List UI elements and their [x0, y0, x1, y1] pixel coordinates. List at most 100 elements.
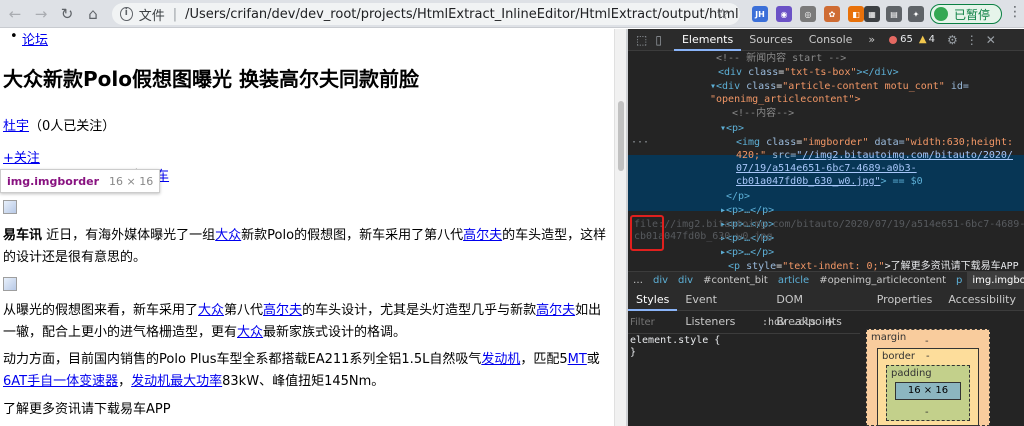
- extension-flower-icon[interactable]: ✿: [824, 6, 840, 22]
- forward-button[interactable]: →: [30, 3, 52, 25]
- author-link[interactable]: 杜宇: [3, 119, 29, 134]
- new-style-rule-button[interactable]: +: [824, 315, 835, 330]
- dom-node-p-collapsed[interactable]: ▸<p>…</p>: [720, 247, 774, 260]
- bookmark-star-icon[interactable]: ☆: [716, 5, 729, 23]
- tab-accessibility[interactable]: Accessibility: [940, 289, 1024, 311]
- tab-styles[interactable]: Styles: [628, 289, 678, 311]
- link-dazhong[interactable]: 大众: [198, 303, 224, 318]
- devtools-close-icon[interactable]: ✕: [986, 33, 996, 47]
- info-icon[interactable]: i: [120, 7, 133, 21]
- profile-status-label: 已暂停: [954, 7, 991, 22]
- breadcrumb-ellipsis[interactable]: …: [628, 275, 648, 286]
- box-model-border-value[interactable]: -: [926, 351, 930, 362]
- breadcrumb-article[interactable]: article: [773, 275, 814, 286]
- tab-more[interactable]: »: [860, 29, 883, 51]
- dom-node-txt-ts-box[interactable]: <div class="txt-ts-box"></div>: [718, 67, 899, 80]
- broken-image-icon: [3, 277, 17, 291]
- article-headline: 大众新款Polo假想图曝光 换装高尔夫同款前脸: [3, 67, 419, 91]
- tab-console[interactable]: Console: [801, 29, 861, 51]
- tab-dom-breakpoints[interactable]: DOM Breakpoints: [768, 289, 868, 328]
- tab-elements[interactable]: Elements: [673, 29, 742, 51]
- follow-line: +关注: [3, 149, 40, 169]
- box-model-margin-value[interactable]: -: [925, 336, 929, 347]
- link-gaoerfu[interactable]: 高尔夫: [263, 303, 302, 318]
- hov-toggle[interactable]: :hov: [762, 317, 786, 328]
- img-src-link[interactable]: "//img2.bitautoimg.com/bitauto/2020/: [796, 150, 1013, 161]
- breadcrumb-img[interactable]: img.imgborder: [967, 271, 1024, 290]
- link-gaoerfu[interactable]: 高尔夫: [536, 303, 575, 318]
- warning-icon: ▲: [918, 34, 927, 45]
- warning-count: 4: [928, 34, 935, 45]
- extensions-puzzle-icon[interactable]: ✦: [908, 6, 924, 22]
- extension-jh-icon[interactable]: JH: [752, 6, 768, 22]
- link-gaoerfu[interactable]: 高尔夫: [463, 228, 502, 243]
- extension-grid-icon[interactable]: ▤: [886, 6, 902, 22]
- link-mt[interactable]: MT: [568, 352, 587, 367]
- breadcrumb-openimg[interactable]: #openimg_articlecontent: [814, 275, 951, 286]
- settings-gear-icon[interactable]: ⚙: [947, 33, 958, 47]
- box-model-padding-label: padding: [891, 368, 932, 379]
- link-max-power[interactable]: 发动机最大功率: [131, 374, 222, 389]
- box-model-border-label: border: [882, 351, 916, 362]
- breadcrumb-content-bit[interactable]: #content_bit: [698, 275, 773, 286]
- breadcrumb-p[interactable]: p: [951, 275, 967, 286]
- page-viewport: 论坛 大众新款Polo假想图曝光 换装高尔夫同款前脸 杜宇（0人已关注） +关注…: [0, 29, 614, 426]
- broken-image-icon: [3, 200, 17, 214]
- dom-node-img-line3: 07/19/a514e651-6bc7-4689-a0b3-: [736, 163, 917, 174]
- page-scrollbar-thumb[interactable]: [618, 101, 624, 171]
- browser-menu-icon[interactable]: ⋮: [1008, 4, 1022, 20]
- dom-comment[interactable]: <!-- 新闻内容 start -->: [716, 53, 846, 66]
- dom-node-img[interactable]: <img class="imgborder" data="width:630;h…: [736, 137, 1013, 150]
- extension-qr-icon[interactable]: ▦: [864, 6, 880, 22]
- article-paragraph-3: 动力方面，目前国内销售的Polo Plus车型全系都搭载EA211系列全铝1.5…: [3, 352, 600, 389]
- device-toolbar-icon[interactable]: ▯: [655, 33, 662, 47]
- link-dazhong[interactable]: 大众: [215, 228, 241, 243]
- drag-ghost-url: file://img2.bitautoimg.com/bitauto/2020/…: [634, 219, 1024, 242]
- link-6at[interactable]: 6AT手自一体变速器: [3, 374, 118, 389]
- box-model-padding-value[interactable]: -: [925, 407, 929, 418]
- inspect-element-icon[interactable]: ⬚: [636, 33, 647, 47]
- box-model-margin-label: margin: [871, 332, 907, 343]
- dom-node-img-line2: 420;" src="//img2.bitautoimg.com/bitauto…: [736, 150, 1013, 161]
- tab-properties[interactable]: Properties: [869, 289, 941, 311]
- extension-orange-icon[interactable]: ◧: [848, 6, 864, 22]
- link-dazhong[interactable]: 大众: [237, 325, 263, 340]
- element-style-rule[interactable]: element.style { }: [630, 335, 720, 359]
- dom-more-dots[interactable]: ···: [631, 137, 649, 150]
- dom-node-p-close[interactable]: </p>: [726, 191, 750, 204]
- article-paragraph-2: 从曝光的假想图来看，新车采用了大众第八代高尔夫的车头设计，尤其是头灯造型几乎与新…: [3, 303, 602, 340]
- link-engine[interactable]: 发动机: [481, 352, 520, 367]
- page-scrollbar[interactable]: [614, 29, 626, 426]
- styles-filter-input[interactable]: [628, 313, 756, 332]
- inspect-tooltip: img.imgborder 16 × 16: [0, 169, 161, 193]
- follow-link[interactable]: +关注: [3, 151, 40, 166]
- tab-event-listeners[interactable]: Event Listeners: [677, 289, 768, 328]
- extension-target-icon[interactable]: ◎: [800, 6, 816, 22]
- profile-button[interactable]: 已暂停: [930, 4, 1002, 24]
- file-scheme-label: 文件: [138, 8, 165, 24]
- home-button[interactable]: ⌂: [82, 3, 104, 25]
- dom-node-p-collapsed[interactable]: ▸<p>…</p>: [720, 205, 774, 218]
- author-line: 杜宇（0人已关注）: [3, 117, 115, 137]
- dom-comment-content[interactable]: <!--内容-->: [732, 108, 794, 121]
- cls-toggle[interactable]: .cls: [792, 317, 816, 328]
- dom-tree: <!-- 新闻内容 start --> <div class="txt-ts-b…: [628, 51, 1024, 287]
- reload-button[interactable]: ↻: [56, 3, 78, 25]
- box-model-content[interactable]: 16 × 16: [895, 382, 961, 400]
- styles-tabbar: Styles Event Listeners DOM Breakpoints P…: [628, 289, 1024, 328]
- dom-node-p[interactable]: ▾<p>: [720, 123, 744, 136]
- forum-link[interactable]: 论坛: [22, 33, 48, 48]
- back-button[interactable]: ←: [4, 3, 26, 25]
- address-url[interactable]: /Users/crifan/dev/dev_root/projects/Html…: [185, 7, 740, 22]
- address-bar[interactable]: i 文件 | /Users/crifan/dev/dev_root/projec…: [112, 3, 740, 25]
- tab-sources[interactable]: Sources: [741, 29, 801, 51]
- devtools-menu-icon[interactable]: ⋮: [966, 33, 978, 47]
- extension-circle-icon[interactable]: ◉: [776, 6, 792, 22]
- breadcrumb-div[interactable]: div: [648, 275, 673, 286]
- dom-node-img-line4: cb01a047fd0b_630_w0.jpg"> == $0: [736, 176, 923, 187]
- styles-filter-row: :hov .cls +: [628, 312, 860, 334]
- issue-counter[interactable]: 65 ▲ 4: [889, 34, 935, 45]
- breadcrumb-div[interactable]: div: [673, 275, 698, 286]
- dom-node-article-content[interactable]: ▾<div class="article-content motu_cont" …: [710, 81, 969, 94]
- author-followers: （0人已关注）: [29, 119, 116, 134]
